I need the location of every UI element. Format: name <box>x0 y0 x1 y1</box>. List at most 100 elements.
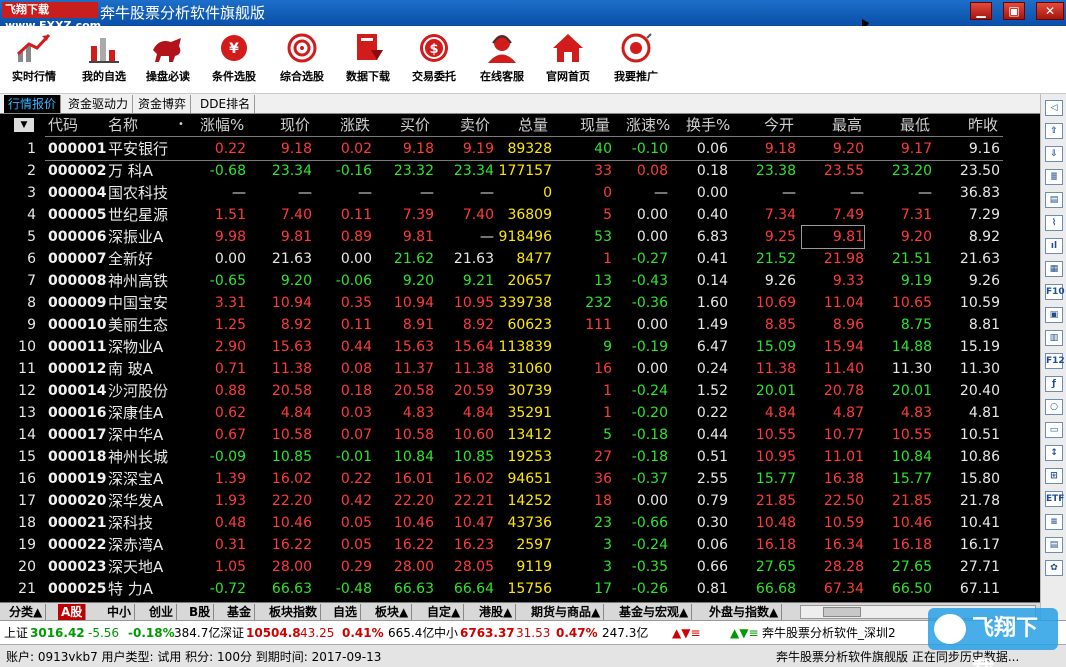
table-row[interactable]: 5 000006 深振业A 9.98 9.81 0.89 9.81 —918496 53 0.00… <box>0 225 1040 249</box>
table-row[interactable]: 18 000021 深科技 0.48 10.46 0.05 10.46 10.47 43736 2… <box>0 512 1040 534</box>
cell-ask: 10.47 <box>453 515 494 531</box>
sort-icon[interactable]: ↕ <box>1045 445 1063 461</box>
table-row[interactable]: 3 000004 国农科技 — — — — — 0 0 — 0.00 — — — 36.83 <box>0 182 1040 204</box>
table-row[interactable]: 11 000012 南 玻A 0.71 11.38 0.08 11.37 11.38 31060… <box>0 358 1040 380</box>
market-tab-13[interactable]: 外盘与指数▲ <box>706 604 783 620</box>
table-row[interactable]: 7 000008 神州高铁 -0.65 9.20 -0.06 9.20 9.21 20657 13… <box>0 270 1040 292</box>
column-header-9[interactable]: 现量 <box>580 114 610 136</box>
calc-icon[interactable]: ⊞ <box>1045 468 1063 484</box>
print-icon[interactable]: ▤ <box>1045 537 1063 553</box>
sheet-icon[interactable]: ▥ <box>1045 330 1063 346</box>
table-row[interactable]: 19 000022 深赤湾A 0.31 16.22 0.05 16.22 16.23 2597 3… <box>0 534 1040 556</box>
flower-icon[interactable]: ✿ <box>1045 560 1063 576</box>
toolbar-button-3[interactable]: ¥ 条件选股 <box>202 32 266 90</box>
table-row[interactable]: 12 000014 沙河股份 0.88 20.58 0.18 20.58 20.59 30739… <box>0 380 1040 402</box>
kline-icon[interactable]: ⌇ <box>1045 215 1063 231</box>
circle-icon[interactable]: ○ <box>1045 399 1063 415</box>
column-header-3[interactable]: 涨幅% <box>200 114 244 136</box>
table-row[interactable]: 14 000017 深中华A 0.67 10.58 0.07 10.58 10.60 13412… <box>0 424 1040 446</box>
column-header-13[interactable]: 最高 <box>832 114 862 136</box>
table-row[interactable]: 10 000011 深物业A 2.90 15.63 0.44 15.63 15.64 11383… <box>0 336 1040 358</box>
toolbar-button-7[interactable]: 在线客服 <box>470 32 534 90</box>
market-tab-3[interactable]: 创业 <box>146 604 178 620</box>
doc-icon[interactable]: ▣ <box>1045 307 1063 323</box>
market-tab-9[interactable]: 自定▲ <box>424 604 465 620</box>
column-header-5[interactable]: 涨跌 <box>340 114 370 136</box>
market-tab-12[interactable]: 基金与宏观▲ <box>616 604 693 620</box>
back-icon[interactable]: ◁ <box>1045 100 1063 116</box>
column-header-15[interactable]: 昨收 <box>968 114 998 136</box>
table-row[interactable]: 2 000002 万 科A -0.68 23.34 -0.16 23.32 23.34 1771… <box>0 160 1040 182</box>
table-row[interactable]: 15 000018 神州长城 -0.09 10.85 -0.01 10.84 10.85 192… <box>0 446 1040 468</box>
maximize-button[interactable]: ▣ <box>1003 2 1025 20</box>
scrollbar-thumb[interactable] <box>823 607 861 617</box>
cell-speed: -0.43 <box>631 273 668 289</box>
toolbar-button-0[interactable]: 实时行情 <box>2 32 66 90</box>
site-badge: 飞翔下载 www.FXXZ.com <box>2 2 101 32</box>
cell-open: 7.34 <box>764 207 796 223</box>
market-tab-11[interactable]: 期货与商品▲ <box>528 604 605 620</box>
toolbar-button-1[interactable]: 我的自选 <box>72 32 136 90</box>
column-header-1[interactable]: 名称 <box>108 114 138 136</box>
cell-chg: -0.72 <box>209 581 246 597</box>
column-header-4[interactable]: 现价 <box>280 114 310 136</box>
formula-icon[interactable]: ƒ <box>1045 376 1063 392</box>
cell-high: 11.40 <box>823 361 864 377</box>
market-tab-7[interactable]: 自选 <box>330 604 362 620</box>
menu-icon[interactable]: ≡ <box>1045 514 1063 530</box>
sort-dropdown-button[interactable]: ▼ <box>14 118 34 132</box>
table-row[interactable]: 1 000001 平安银行 0.22 9.18 0.02 9.18 9.19 89328 40 -0… <box>0 138 1040 160</box>
market-tab-0[interactable]: 分类▲ <box>6 604 47 620</box>
toolbar-button-9[interactable]: 我要推广 <box>604 32 668 90</box>
tab-dde-rank[interactable]: DDE排名 <box>196 95 256 113</box>
candle-icon[interactable]: ıl <box>1045 238 1063 254</box>
column-header-10[interactable]: 涨速% <box>626 114 670 136</box>
market-tab-8[interactable]: 板块▲ <box>372 604 413 620</box>
tab-quotes[interactable]: 行情报价 <box>4 95 62 113</box>
etf-icon[interactable]: ETF <box>1045 491 1064 507</box>
column-header-6[interactable]: 买价 <box>400 114 430 136</box>
f12-icon[interactable]: F12 <box>1045 353 1065 369</box>
down-icon[interactable]: ⇩ <box>1045 146 1063 162</box>
table-row[interactable]: 21 000025 特 力A -0.72 66.63 -0.48 66.63 66.64 157… <box>0 578 1040 600</box>
toolbar-button-6[interactable]: $ 交易委托 <box>402 32 466 90</box>
tab-fund-game[interactable]: 资金博弈 <box>134 95 192 113</box>
table-row[interactable]: 16 000019 深深宝A 1.39 16.02 0.22 16.01 16.02 94651… <box>0 468 1040 490</box>
table-row[interactable]: 4 000005 世纪星源 1.51 7.40 0.11 7.39 7.40 36809 5 0.0… <box>0 204 1040 226</box>
cell-cur: 111 <box>585 317 612 333</box>
table-row[interactable]: 6 000007 全新好 0.00 21.63 0.00 21.62 21.63 8477 1 -0… <box>0 248 1040 270</box>
table-row[interactable]: 20 000023 深天地A 1.05 28.00 0.29 28.00 28.05 9119 3… <box>0 556 1040 578</box>
minimize-button[interactable]: ▁ <box>970 2 992 20</box>
folder-icon[interactable]: ▭ <box>1045 422 1063 438</box>
toolbar-button-5[interactable]: 数据下载 <box>336 32 400 90</box>
column-header-2[interactable]: • <box>178 114 184 136</box>
cell-bid: 9.18 <box>402 141 434 157</box>
column-header-0[interactable]: 代码 <box>48 114 78 136</box>
list-icon[interactable]: ≣ <box>1045 169 1063 185</box>
column-header-7[interactable]: 卖价 <box>460 114 490 136</box>
column-header-12[interactable]: 今开 <box>764 114 794 136</box>
market-tab-10[interactable]: 港股▲ <box>476 604 517 620</box>
column-header-11[interactable]: 换手% <box>686 114 730 136</box>
market-tab-1[interactable]: A股 <box>58 604 87 620</box>
toolbar-button-4[interactable]: 综合选股 <box>270 32 334 90</box>
table-row[interactable]: 17 000020 深华发A 1.93 22.20 0.42 22.20 22.21 14252… <box>0 490 1040 512</box>
market-tab-6[interactable]: 板块指数 <box>266 604 322 620</box>
column-header-14[interactable]: 最低 <box>900 114 930 136</box>
report-icon[interactable]: ▦ <box>1045 261 1063 277</box>
market-tab-2[interactable]: 中小 <box>104 604 136 620</box>
up-icon[interactable]: ⇧ <box>1045 123 1063 139</box>
cell-diff: 0.08 <box>340 361 372 377</box>
market-tab-5[interactable]: 基金 <box>224 604 256 620</box>
toolbar-button-2[interactable]: 操盘必读 <box>136 32 200 90</box>
table-row[interactable]: 9 000010 美丽生态 1.25 8.92 0.11 8.91 8.92 60623 111 0… <box>0 314 1040 336</box>
close-button[interactable]: ✕ <box>1036 2 1064 20</box>
f10-icon[interactable]: F10 <box>1045 284 1065 300</box>
column-header-8[interactable]: 总量 <box>518 114 548 136</box>
market-tab-4[interactable]: B股 <box>186 604 215 620</box>
table-row[interactable]: 8 000009 中国宝安 3.31 10.94 0.35 10.94 10.95 339738… <box>0 292 1040 314</box>
grid-icon[interactable]: ▤ <box>1045 192 1063 208</box>
tab-fund-drive[interactable]: 资金驱动力 <box>64 95 134 113</box>
table-row[interactable]: 13 000016 深康佳A 0.62 4.84 0.03 4.83 4.84 35291 1 -0… <box>0 402 1040 424</box>
toolbar-button-8[interactable]: 官网首页 <box>536 32 600 90</box>
